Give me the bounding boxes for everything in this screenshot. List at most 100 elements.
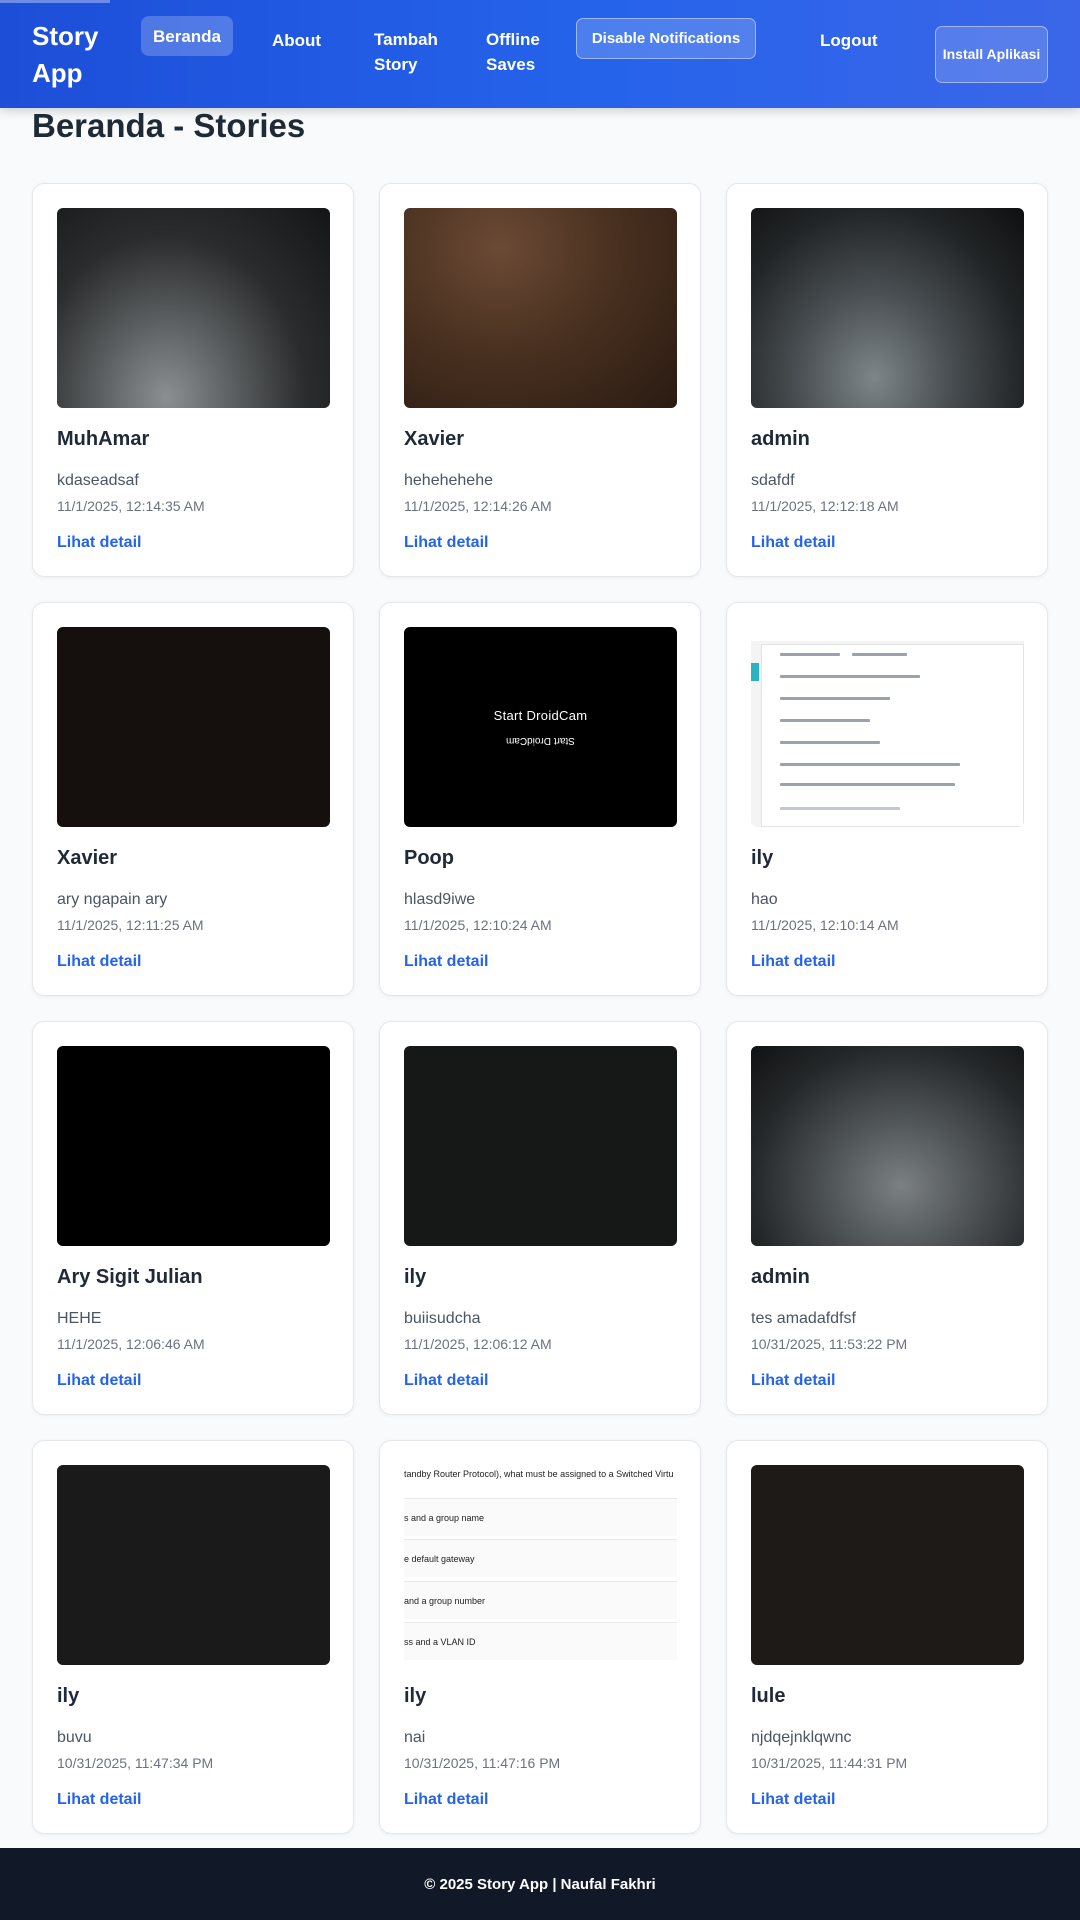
nav-tambah-story[interactable]: Tambah Story (374, 27, 454, 77)
image-option-row: ss and a VLAN ID (404, 1622, 677, 1660)
image-option-row: e default gateway (404, 1539, 677, 1577)
story-description: buvu (57, 1729, 92, 1746)
story-date: 11/1/2025, 12:11:25 AM (57, 917, 204, 933)
screenshot-text-line (780, 741, 880, 744)
screenshot-text-line (780, 783, 955, 786)
screenshot-text-line (852, 653, 907, 656)
screenshot-text-line (780, 653, 840, 656)
screenshot-text-line (780, 697, 890, 700)
nav-logout[interactable]: Logout (820, 28, 878, 53)
story-detail-link[interactable]: Lihat detail (404, 1372, 488, 1390)
story-image[interactable] (57, 208, 330, 408)
story-image[interactable] (57, 1465, 330, 1665)
story-author: ily (404, 1685, 427, 1707)
story-image[interactable] (751, 1465, 1024, 1665)
screenshot-text-line (780, 807, 900, 810)
story-detail-link[interactable]: Lihat detail (404, 1791, 488, 1809)
story-image[interactable]: tandby Router Protocol), what must be as… (404, 1465, 677, 1665)
story-detail-link[interactable]: Lihat detail (404, 953, 488, 971)
story-author: Xavier (404, 428, 465, 450)
story-description: hlasd9iwe (404, 891, 476, 908)
story-description: ary ngapain ary (57, 891, 168, 908)
install-app-button[interactable]: Install Aplikasi (935, 26, 1048, 83)
story-detail-link[interactable]: Lihat detail (57, 1372, 141, 1390)
story-card: admin tes amadafdfsf 10/31/2025, 11:53:2… (726, 1021, 1048, 1415)
story-card: Ary Sigit Julian HEHE 11/1/2025, 12:06:4… (32, 1021, 354, 1415)
story-description: kdaseadsaf (57, 472, 139, 489)
screenshot-panel (761, 644, 1024, 827)
story-description: hehehehehe (404, 472, 493, 489)
disable-notifications-button[interactable]: Disable Notifications (576, 18, 756, 59)
story-detail-link[interactable]: Lihat detail (404, 534, 488, 552)
image-option-row: and a group number (404, 1581, 677, 1619)
story-author: ily (751, 847, 774, 869)
story-date: 10/31/2025, 11:44:31 PM (751, 1755, 908, 1771)
story-card: ily hao 11/1/2025, 12:10:14 AM Lihat det… (726, 602, 1048, 996)
story-card: ily buiisudcha 11/1/2025, 12:06:12 AM Li… (379, 1021, 701, 1415)
page-title: Beranda - Stories (32, 107, 306, 144)
brand-logo-text[interactable]: Story App (32, 18, 122, 92)
footer-text: © 2025 Story App | Naufal Fakhri (424, 1875, 656, 1893)
story-author: admin (751, 1266, 810, 1288)
story-description: sdafdf (751, 472, 795, 489)
story-description: nai (404, 1729, 426, 1746)
screenshot-accent (751, 663, 759, 681)
story-card: Xavier ary ngapain ary 11/1/2025, 12:11:… (32, 602, 354, 996)
story-date: 11/1/2025, 12:06:46 AM (57, 1336, 205, 1352)
story-detail-link[interactable]: Lihat detail (57, 953, 141, 971)
image-question-text: tandby Router Protocol), what must be as… (404, 1469, 674, 1479)
story-image[interactable] (751, 208, 1024, 408)
story-description: buiisudcha (404, 1310, 481, 1327)
story-detail-link[interactable]: Lihat detail (751, 1791, 835, 1809)
story-date: 10/31/2025, 11:47:16 PM (404, 1755, 561, 1771)
story-author: Ary Sigit Julian (57, 1266, 203, 1288)
page-footer: © 2025 Story App | Naufal Fakhri (0, 1848, 1080, 1920)
story-description: tes amadafdfsf (751, 1310, 856, 1327)
story-date: 11/1/2025, 12:12:18 AM (751, 498, 899, 514)
nav-about[interactable]: About (272, 28, 321, 53)
story-date: 11/1/2025, 12:14:26 AM (404, 498, 552, 514)
story-author: MuhAmar (57, 428, 150, 450)
story-card: tandby Router Protocol), what must be as… (379, 1440, 701, 1834)
story-image[interactable] (751, 627, 1024, 827)
story-date: 10/31/2025, 11:47:34 PM (57, 1755, 214, 1771)
story-author: ily (404, 1266, 427, 1288)
nav-beranda[interactable]: Beranda (141, 16, 233, 56)
story-date: 11/1/2025, 12:14:35 AM (57, 498, 205, 514)
nav-offline-saves[interactable]: Offline Saves (486, 27, 566, 77)
story-card: admin sdafdf 11/1/2025, 12:12:18 AM Liha… (726, 183, 1048, 577)
story-detail-link[interactable]: Lihat detail (57, 1791, 141, 1809)
image-caption: Start DroidCam (493, 708, 588, 723)
story-date: 11/1/2025, 12:10:24 AM (404, 917, 552, 933)
story-image[interactable] (404, 208, 677, 408)
story-detail-link[interactable]: Lihat detail (57, 534, 141, 552)
story-image[interactable] (57, 627, 330, 827)
screenshot-text-line (780, 763, 960, 766)
story-card: lule njdqejnklqwnc 10/31/2025, 11:44:31 … (726, 1440, 1048, 1834)
story-detail-link[interactable]: Lihat detail (751, 534, 835, 552)
story-author: ily (57, 1685, 80, 1707)
story-card: ily buvu 10/31/2025, 11:47:34 PM Lihat d… (32, 1440, 354, 1834)
story-description: njdqejnklqwnc (751, 1729, 852, 1746)
story-date: 11/1/2025, 12:06:12 AM (404, 1336, 552, 1352)
story-date: 11/1/2025, 12:10:14 AM (751, 917, 899, 933)
story-date: 10/31/2025, 11:53:22 PM (751, 1336, 908, 1352)
story-card: MuhAmar kdaseadsaf 11/1/2025, 12:14:35 A… (32, 183, 354, 577)
image-option-row: s and a group name (404, 1498, 677, 1536)
story-detail-link[interactable]: Lihat detail (751, 1372, 835, 1390)
story-image[interactable] (404, 1046, 677, 1246)
screenshot-text-line (780, 719, 870, 722)
loading-bar (0, 0, 110, 3)
story-author: admin (751, 428, 810, 450)
story-card: Start DroidCam Start DroidCam Poop hlasd… (379, 602, 701, 996)
story-image[interactable] (751, 1046, 1024, 1246)
app-header: Story App Beranda About Tambah Story Off… (0, 0, 1080, 108)
story-image[interactable] (57, 1046, 330, 1246)
screenshot-text-line (780, 675, 920, 678)
story-card: Xavier hehehehehe 11/1/2025, 12:14:26 AM… (379, 183, 701, 577)
story-author: Xavier (57, 847, 118, 869)
screenshot-topbar (751, 627, 1024, 641)
story-detail-link[interactable]: Lihat detail (751, 953, 835, 971)
story-image[interactable]: Start DroidCam Start DroidCam (404, 627, 677, 827)
story-author: Poop (404, 847, 454, 869)
